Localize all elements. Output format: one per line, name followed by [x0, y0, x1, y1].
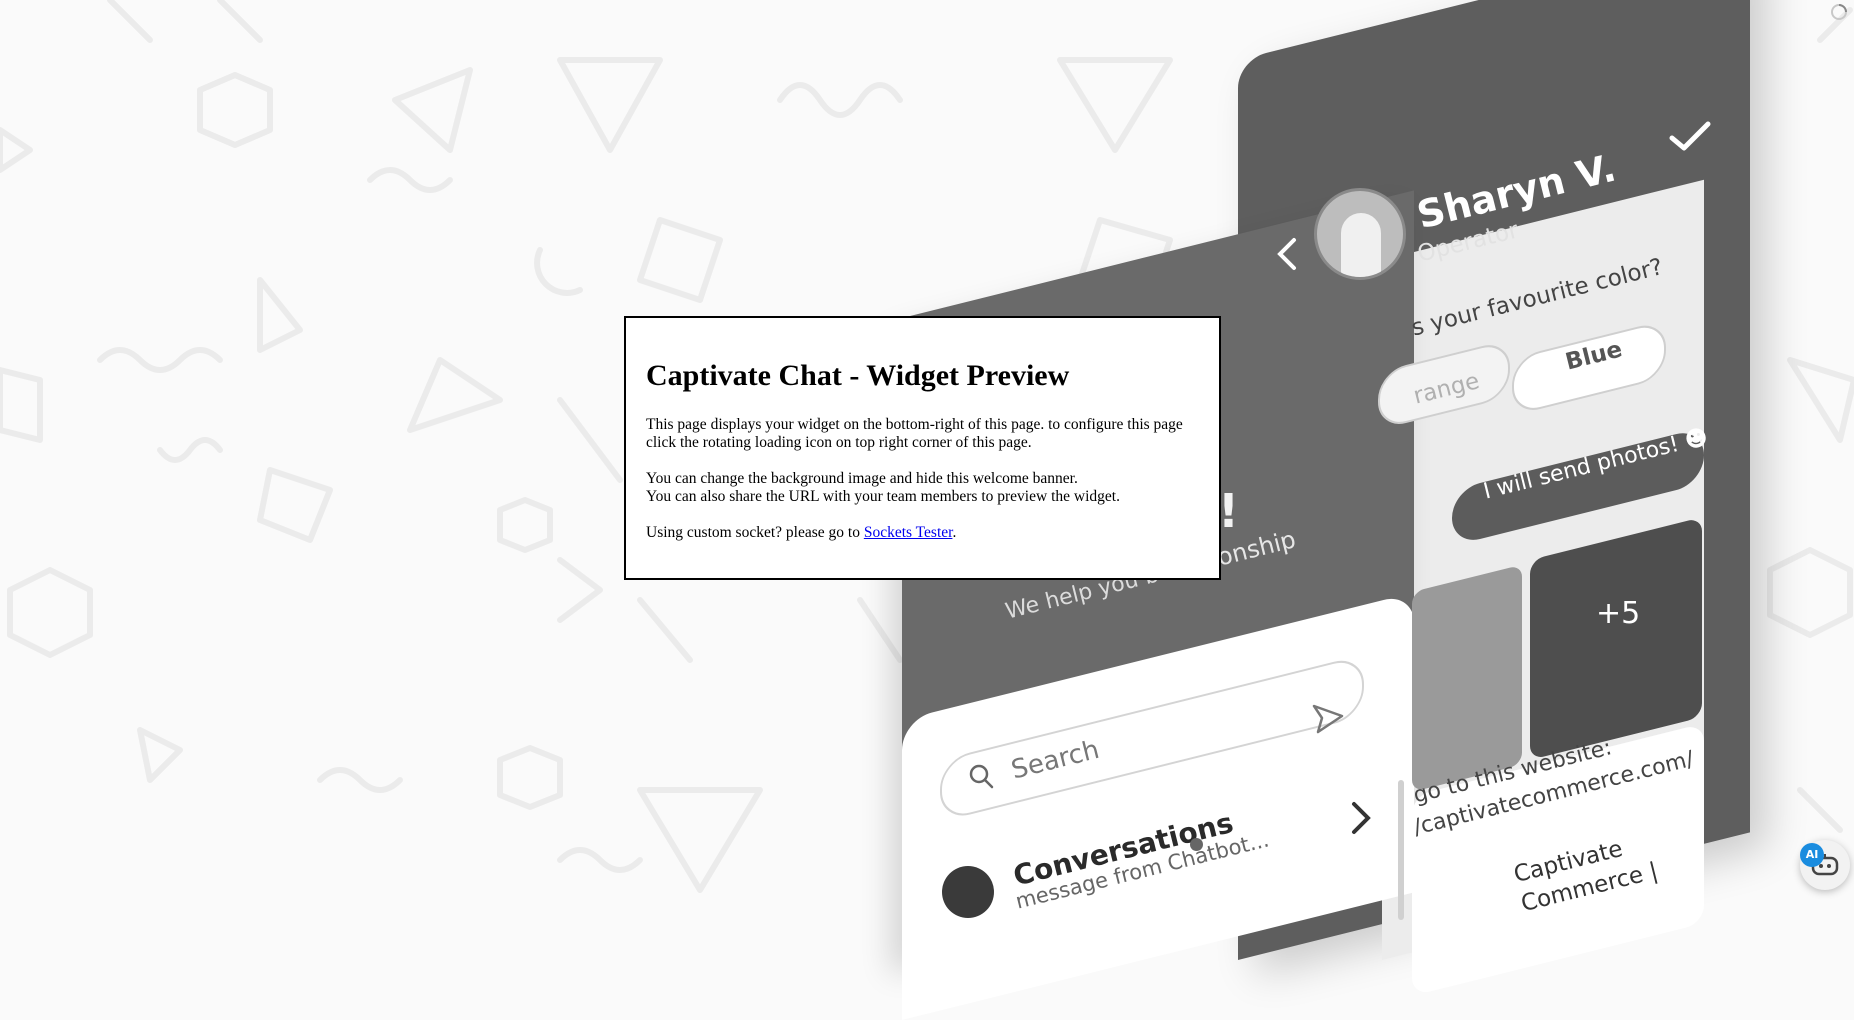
ai-badge: AI — [1800, 843, 1824, 867]
banner-description: This page displays your widget on the bo… — [646, 416, 1183, 451]
sockets-tester-link[interactable]: Sockets Tester — [864, 524, 953, 541]
conversation-icon — [942, 866, 994, 918]
check-icon — [1669, 121, 1711, 151]
loading-spinner-icon[interactable] — [1829, 2, 1849, 22]
banner-title: Captivate Chat - Widget Preview — [646, 359, 1070, 392]
search-icon — [969, 764, 994, 789]
send-icon — [1312, 704, 1344, 734]
mockup-photo-count: +5 — [1596, 596, 1641, 631]
mockup-photo — [1412, 564, 1522, 792]
banner-socket-prefix: Using custom socket? please go to — [646, 524, 864, 541]
banner-tip-background: You can change the background image and … — [646, 470, 1078, 487]
chevron-left-icon — [1277, 238, 1296, 270]
banner-tips: You can change the background image and … — [646, 470, 1199, 506]
banner-tip-share: You can also share the URL with your tea… — [646, 488, 1120, 505]
mockup-exclaim: ! — [1218, 484, 1239, 538]
welcome-banner: Captivate Chat - Widget Preview This pag… — [624, 316, 1221, 580]
banner-socket-suffix: . — [952, 524, 957, 541]
avatar — [1314, 188, 1406, 280]
banner-socket-note: Using custom socket? please go to Socket… — [646, 524, 1199, 542]
chevron-right-icon — [1352, 802, 1371, 834]
mockup-scrollbar — [1398, 780, 1404, 920]
